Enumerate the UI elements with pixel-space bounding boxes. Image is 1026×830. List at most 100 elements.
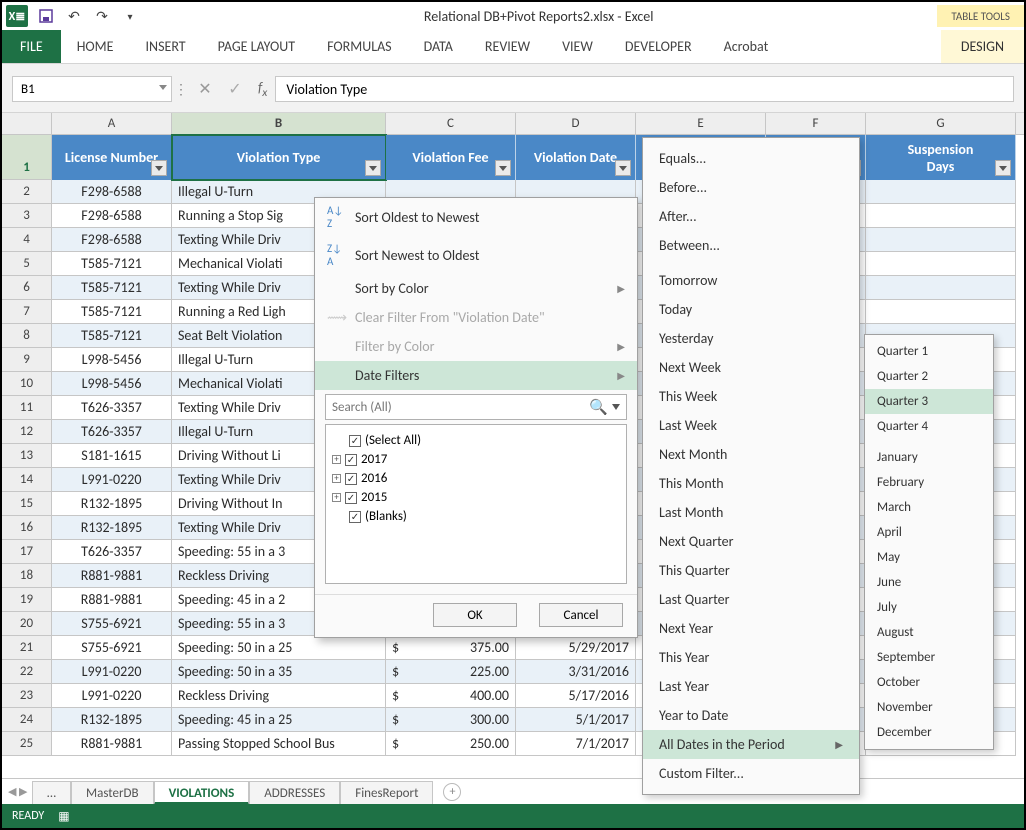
filter-search-box[interactable]: 🔍 — [325, 394, 627, 420]
row-header[interactable]: 22 — [2, 660, 52, 684]
tab-design[interactable]: DESIGN — [941, 30, 1024, 63]
date-year-to-date[interactable]: Year to Date — [643, 701, 859, 730]
checkbox[interactable]: ✓ — [345, 454, 357, 466]
cell[interactable]: F298-6588 — [52, 204, 172, 228]
period-q3[interactable]: Quarter 3 — [865, 389, 993, 414]
header-violation-date[interactable]: Violation Date — [516, 135, 636, 180]
cell[interactable]: 7/1/2017 — [516, 732, 636, 756]
header-violation-fee[interactable]: Violation Fee — [386, 135, 516, 180]
fx-icon[interactable]: fx — [250, 79, 275, 100]
sheet-nav-arrows[interactable]: ◀ ▶ — [8, 785, 27, 798]
file-tab[interactable]: FILE — [2, 30, 61, 63]
date-next-year[interactable]: Next Year — [643, 614, 859, 643]
tab-review[interactable]: REVIEW — [469, 30, 546, 63]
col-header-e[interactable]: E — [636, 113, 766, 134]
cell[interactable]: Reckless Driving — [172, 684, 386, 708]
row-header[interactable]: 16 — [2, 516, 52, 540]
tab-data[interactable]: DATA — [408, 30, 469, 63]
col-header-f[interactable]: F — [766, 113, 866, 134]
checkbox[interactable]: ✓ — [345, 492, 357, 504]
date-before[interactable]: Before... — [643, 173, 859, 202]
sheet-tab-addresses[interactable]: ADDRESSES — [249, 781, 340, 805]
cell[interactable]: $250.00 — [386, 732, 516, 756]
filter-button[interactable] — [615, 160, 631, 176]
cell[interactable]: $400.00 — [386, 684, 516, 708]
new-sheet-button[interactable]: + — [443, 783, 461, 801]
sheet-tab-violations[interactable]: VIOLATIONS — [154, 781, 250, 805]
cell[interactable]: T585-7121 — [52, 324, 172, 348]
cell[interactable]: F298-6588 — [52, 228, 172, 252]
cell[interactable]: T626-3357 — [52, 420, 172, 444]
period-april[interactable]: April — [865, 520, 993, 545]
cell[interactable]: Passing Stopped School Bus — [172, 732, 386, 756]
date-last-month[interactable]: Last Month — [643, 498, 859, 527]
date-next-quarter[interactable]: Next Quarter — [643, 527, 859, 556]
date-last-week[interactable]: Last Week — [643, 411, 859, 440]
tab-insert[interactable]: INSERT — [130, 30, 202, 63]
date-custom-filter[interactable]: Custom Filter... — [643, 759, 859, 788]
row-header[interactable]: 21 — [2, 636, 52, 660]
period-june[interactable]: June — [865, 570, 993, 595]
row-header[interactable]: 6 — [2, 276, 52, 300]
row-header-1[interactable]: 1 — [2, 135, 52, 180]
row-header[interactable]: 24 — [2, 708, 52, 732]
cell[interactable] — [866, 228, 1016, 252]
cell[interactable] — [866, 204, 1016, 228]
col-header-a[interactable]: A — [52, 113, 172, 134]
row-header[interactable]: 19 — [2, 588, 52, 612]
cell[interactable]: T626-3357 — [52, 396, 172, 420]
cell[interactable]: L991-0220 — [52, 468, 172, 492]
date-today[interactable]: Today — [643, 295, 859, 324]
row-header[interactable]: 11 — [2, 396, 52, 420]
header-violation-type[interactable]: Violation Type — [172, 135, 386, 180]
date-all-dates-period[interactable]: All Dates in the Period▶ — [643, 730, 859, 759]
formula-bar-input[interactable]: Violation Type — [275, 76, 1014, 102]
row-header[interactable]: 10 — [2, 372, 52, 396]
col-header-d[interactable]: D — [516, 113, 636, 134]
undo-icon[interactable]: ↶ — [64, 6, 84, 26]
filter-button[interactable] — [151, 160, 167, 176]
date-last-year[interactable]: Last Year — [643, 672, 859, 701]
tab-home[interactable]: HOME — [61, 30, 130, 63]
cell[interactable]: R132-1895 — [52, 708, 172, 732]
cell[interactable] — [866, 276, 1016, 300]
macro-record-icon[interactable]: ▦ — [58, 809, 69, 824]
checkbox[interactable]: ✓ — [349, 435, 361, 447]
row-header[interactable]: 14 — [2, 468, 52, 492]
row-header[interactable]: 7 — [2, 300, 52, 324]
dropdown-icon[interactable] — [159, 85, 167, 90]
date-tomorrow[interactable]: Tomorrow — [643, 266, 859, 295]
date-filters[interactable]: Date Filters▶ — [315, 361, 637, 390]
expand-icon[interactable]: + — [332, 493, 341, 502]
date-next-month[interactable]: Next Month — [643, 440, 859, 469]
tab-formulas[interactable]: FORMULAS — [311, 30, 408, 63]
period-december[interactable]: December — [865, 720, 993, 745]
row-header[interactable]: 17 — [2, 540, 52, 564]
row-header[interactable]: 20 — [2, 612, 52, 636]
row-header[interactable]: 4 — [2, 228, 52, 252]
row-header[interactable]: 8 — [2, 324, 52, 348]
cell[interactable]: L998-5456 — [52, 372, 172, 396]
save-icon[interactable] — [36, 6, 56, 26]
cell[interactable]: Speeding: 50 in a 25 — [172, 636, 386, 660]
period-september[interactable]: September — [865, 645, 993, 670]
cell[interactable]: L991-0220 — [52, 684, 172, 708]
date-equals[interactable]: Equals... — [643, 144, 859, 173]
cell[interactable]: R132-1895 — [52, 492, 172, 516]
date-between[interactable]: Between... — [643, 231, 859, 260]
checkbox[interactable]: ✓ — [345, 473, 357, 485]
cell[interactable] — [866, 180, 1016, 204]
redo-icon[interactable]: ↷ — [92, 6, 112, 26]
cell[interactable]: S181-1615 — [52, 444, 172, 468]
sheet-tab-ellipsis[interactable]: … — [32, 781, 71, 805]
cell[interactable]: R132-1895 — [52, 516, 172, 540]
period-february[interactable]: February — [865, 470, 993, 495]
row-header[interactable]: 5 — [2, 252, 52, 276]
cell[interactable]: T626-3357 — [52, 540, 172, 564]
filter-value-tree[interactable]: ✓(Select All) +✓2017 +✓2016 +✓2015 ✓(Bla… — [325, 424, 627, 584]
period-q2[interactable]: Quarter 2 — [865, 364, 993, 389]
cell[interactable]: 5/29/2017 — [516, 636, 636, 660]
row-header[interactable]: 2 — [2, 180, 52, 204]
sheet-tab-finesreport[interactable]: FinesReport — [340, 781, 433, 805]
cell[interactable]: F298-6588 — [52, 180, 172, 204]
